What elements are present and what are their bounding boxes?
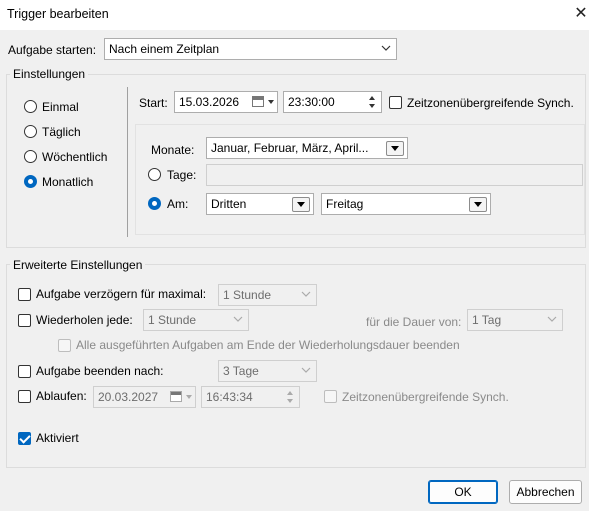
dropdown-button[interactable] — [292, 197, 310, 212]
delay-checkbox[interactable] — [18, 288, 31, 301]
chevron-down-icon — [232, 313, 244, 325]
enabled-label: Aktiviert — [36, 431, 79, 445]
expire-time-value: 16:43:34 — [206, 390, 253, 404]
repeat-label: Wiederholen jede: — [36, 313, 133, 327]
dropdown-button[interactable] — [469, 197, 487, 212]
sync-timezones-checkbox[interactable] — [389, 96, 402, 109]
start-date-picker[interactable]: 15.03.2026 — [174, 91, 278, 113]
stop-all-label: Alle ausgeführten Aufgaben am Ende der W… — [76, 338, 460, 352]
radio-daily-label: Täglich — [42, 125, 81, 139]
expire-date-value: 20.03.2027 — [98, 390, 159, 404]
ok-button[interactable]: OK — [428, 480, 498, 504]
expire-sync-checkbox[interactable] — [324, 390, 337, 403]
radio-weekly[interactable] — [24, 150, 37, 163]
advanced-group-title: Erweiterte Einstellungen — [10, 258, 146, 272]
spinner-icon[interactable] — [283, 389, 297, 405]
enabled-checkbox[interactable] — [18, 432, 31, 445]
radio-on[interactable] — [148, 197, 161, 210]
chevron-down-icon — [268, 100, 274, 104]
spinner-icon[interactable] — [365, 94, 379, 110]
window-title: Trigger bearbeiten — [7, 7, 109, 21]
chevron-down-icon — [186, 395, 192, 399]
start-time-value: 23:30:00 — [288, 95, 335, 109]
radio-monthly-label: Monatlich — [42, 175, 94, 189]
duration-value: 1 Tag — [472, 313, 502, 327]
expire-label: Ablaufen: — [36, 389, 87, 403]
months-value: Januar, Februar, März, April... — [211, 141, 369, 155]
expire-sync-label: Zeitzonenübergreifende Synch. — [342, 390, 509, 404]
radio-once[interactable] — [24, 100, 37, 113]
start-time-field[interactable]: 23:30:00 — [283, 91, 382, 113]
radio-weekly-label: Wöchentlich — [42, 150, 108, 164]
radio-monthly[interactable] — [24, 175, 37, 188]
repeat-checkbox[interactable] — [18, 314, 31, 327]
on-week-dropdown[interactable]: Dritten — [206, 193, 314, 215]
sync-timezones-label: Zeitzonenübergreifende Synch. — [407, 96, 574, 110]
stop-after-value: 3 Tage — [223, 364, 259, 378]
on-label: Am: — [167, 197, 189, 211]
stop-after-checkbox[interactable] — [18, 365, 31, 378]
cancel-button[interactable]: Abbrechen — [509, 480, 582, 504]
repeat-value: 1 Stunde — [148, 313, 197, 327]
dropdown-button[interactable] — [386, 141, 404, 156]
start-task-value: Nach einem Zeitplan — [109, 42, 220, 56]
chevron-down-icon — [546, 313, 558, 325]
close-icon[interactable]: ✕ — [571, 4, 589, 24]
repeat-dropdown[interactable]: 1 Stunde — [143, 309, 249, 331]
delay-dropdown[interactable]: 1 Stunde — [218, 284, 317, 306]
duration-label: für die Dauer von: — [366, 315, 462, 329]
start-label: Start: — [139, 96, 168, 110]
radio-once-label: Einmal — [42, 100, 79, 114]
expire-time-field[interactable]: 16:43:34 — [201, 386, 300, 408]
on-week-value: Dritten — [211, 197, 247, 211]
months-dropdown[interactable]: Januar, Februar, März, April... — [206, 137, 408, 159]
expire-date-picker[interactable]: 20.03.2027 — [93, 386, 196, 408]
chevron-down-icon — [380, 42, 392, 54]
on-weekday-value: Freitag — [326, 197, 364, 211]
vertical-divider — [127, 87, 128, 237]
settings-group-title: Einstellungen — [10, 67, 89, 81]
radio-days[interactable] — [148, 168, 161, 181]
days-field[interactable] — [206, 164, 583, 186]
stop-all-checkbox[interactable] — [58, 339, 71, 352]
months-label: Monate: — [151, 143, 195, 157]
chevron-down-icon — [300, 364, 312, 376]
delay-label: Aufgabe verzögern für maximal: — [36, 287, 207, 301]
calendar-icon — [170, 391, 182, 402]
chevron-down-icon — [300, 288, 312, 300]
start-date-value: 15.03.2026 — [179, 95, 240, 109]
start-task-dropdown[interactable]: Nach einem Zeitplan — [104, 38, 397, 60]
duration-dropdown[interactable]: 1 Tag — [467, 309, 563, 331]
calendar-icon — [252, 96, 264, 107]
delay-value: 1 Stunde — [223, 288, 272, 302]
on-weekday-dropdown[interactable]: Freitag — [321, 193, 491, 215]
stop-after-dropdown[interactable]: 3 Tage — [218, 360, 317, 382]
expire-checkbox[interactable] — [18, 390, 31, 403]
start-task-label: Aufgabe starten: — [8, 43, 97, 57]
days-label: Tage: — [167, 168, 197, 182]
stop-after-label: Aufgabe beenden nach: — [36, 364, 164, 378]
radio-daily[interactable] — [24, 125, 37, 138]
